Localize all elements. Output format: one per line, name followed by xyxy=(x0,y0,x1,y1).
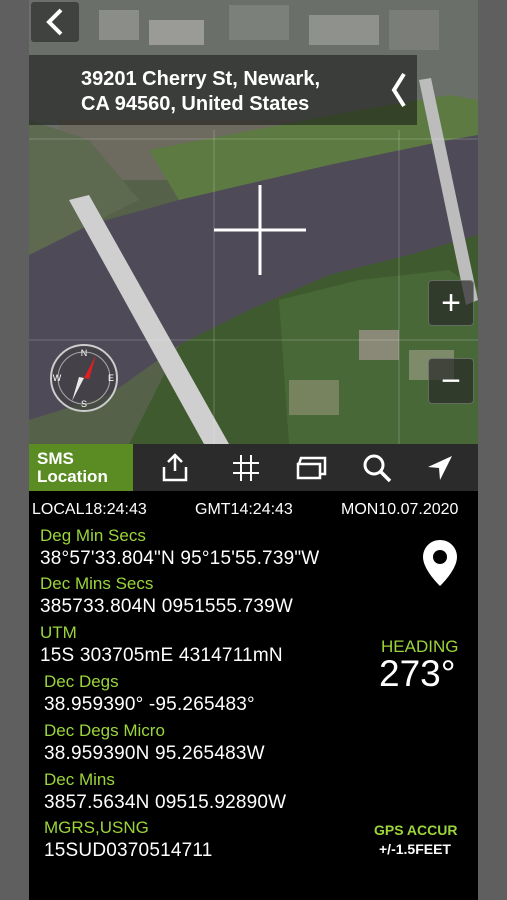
crosshair-icon xyxy=(214,185,306,275)
share-button[interactable] xyxy=(158,451,192,485)
search-icon xyxy=(363,454,392,483)
svg-text:N: N xyxy=(81,348,88,358)
mgrs-value: 15SUD0370514711 xyxy=(44,840,213,861)
gps-accuracy-value: +/-1.5FEET xyxy=(379,841,451,857)
mgrs-label: MGRS,USNG xyxy=(44,818,149,837)
address-text: 39201 Cherry St, Newark, CA 94560, Unite… xyxy=(81,68,321,115)
dec-mins-label: Dec Mins xyxy=(44,770,115,789)
chevron-left-icon[interactable] xyxy=(389,71,409,109)
toolbar: SMS Location xyxy=(29,444,478,491)
dec-mins-secs-label: Dec Mins Secs xyxy=(40,574,154,593)
dec-degs-label: Dec Degs xyxy=(44,672,119,691)
satellite-map[interactable]: 39201 Cherry St, Newark, CA 94560, Unite… xyxy=(29,0,478,444)
dec-degs-value: 38.959390° -95.265483° xyxy=(44,694,255,715)
search-button[interactable] xyxy=(360,451,394,485)
location-label: Location xyxy=(37,466,108,486)
chevron-left-icon xyxy=(46,8,63,36)
coordinates-panel: LOCAL18:24:43 GMT14:24:43 MON10.07.2020 … xyxy=(29,491,478,900)
plus-icon: + xyxy=(441,284,461,322)
zoom-in-button[interactable]: + xyxy=(428,280,474,326)
compass-icon[interactable]: N S W E xyxy=(49,343,119,413)
local-time: LOCAL18:24:43 xyxy=(32,501,147,518)
dec-mins-secs-value: 385733.804N 0951555.739W xyxy=(40,596,294,617)
location-pin-icon[interactable] xyxy=(422,539,458,587)
dec-degs-micro-value: 38.959390N 95.265483W xyxy=(44,743,265,764)
address-panel: 39201 Cherry St, Newark, CA 94560, Unite… xyxy=(29,55,417,125)
dms-value: 38°57'33.804"N 95°15'55.739"W xyxy=(40,548,320,569)
zoom-out-button[interactable]: − xyxy=(428,358,474,404)
svg-text:W: W xyxy=(53,373,62,383)
minus-icon: − xyxy=(441,362,461,400)
utm-label: UTM xyxy=(40,623,77,642)
back-button[interactable] xyxy=(31,2,79,42)
dec-mins-value: 3857.5634N 09515.92890W xyxy=(44,792,287,813)
dec-degs-micro-label: Dec Degs Micro xyxy=(44,721,165,740)
grid-button[interactable] xyxy=(229,451,263,485)
sms-location-button[interactable]: SMS Location xyxy=(29,444,133,491)
layers-button[interactable] xyxy=(295,451,329,485)
location-button[interactable] xyxy=(423,451,457,485)
gmt-time: GMT14:24:43 xyxy=(195,501,293,518)
grid-icon xyxy=(233,455,259,481)
location-arrow-icon xyxy=(428,456,452,480)
date: MON10.07.2020 xyxy=(341,501,459,518)
app-screen: 39201 Cherry St, Newark, CA 94560, Unite… xyxy=(29,0,478,900)
svg-text:E: E xyxy=(108,373,114,383)
gps-accuracy-label: GPS ACCUR xyxy=(374,822,458,838)
dms-label: Deg Min Secs xyxy=(40,526,146,545)
layers-icon xyxy=(296,456,327,480)
sms-label: SMS xyxy=(37,448,74,468)
heading-value: 273° xyxy=(379,653,456,694)
utm-value: 15S 303705mE 4314711mN xyxy=(40,645,283,666)
share-icon xyxy=(162,453,188,482)
svg-text:S: S xyxy=(81,399,87,409)
